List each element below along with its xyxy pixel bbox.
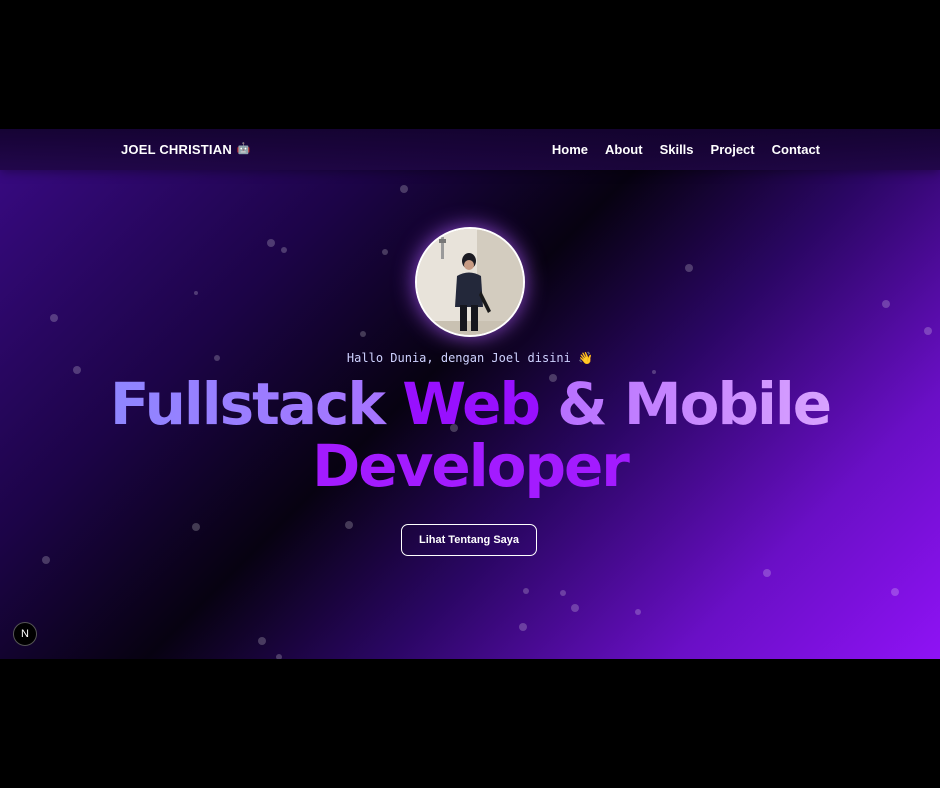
- nav-link-home[interactable]: Home: [552, 142, 588, 157]
- particle: [560, 590, 566, 596]
- headline: Fullstack Web & Mobile Developer: [0, 373, 940, 497]
- headline-web: Web: [402, 370, 541, 438]
- nav-link-project[interactable]: Project: [711, 142, 755, 157]
- particle: [924, 327, 932, 335]
- particle: [523, 588, 529, 594]
- nextjs-dev-icon[interactable]: N: [13, 622, 37, 646]
- headline-mobile: & Mobile: [538, 370, 832, 438]
- particle: [685, 264, 693, 272]
- particle: [571, 604, 579, 612]
- about-me-button[interactable]: Lihat Tentang Saya: [401, 524, 537, 556]
- particle: [519, 623, 527, 631]
- particle: [192, 523, 200, 531]
- particle: [360, 331, 366, 337]
- nav-link-about[interactable]: About: [605, 142, 643, 157]
- particle: [382, 249, 388, 255]
- particle: [42, 556, 50, 564]
- greeting-text: Hallo Dunia, dengan Joel disini 👋: [346, 351, 594, 365]
- particle: [194, 291, 198, 295]
- navbar: JOEL CHRISTIAN 🤖 Home About Skills Proje…: [0, 129, 940, 170]
- brand-logo[interactable]: JOEL CHRISTIAN 🤖: [121, 142, 251, 157]
- particle: [400, 185, 408, 193]
- robot-icon: 🤖: [236, 143, 251, 155]
- headline-developer: Developer: [312, 432, 630, 500]
- nav-link-contact[interactable]: Contact: [772, 142, 820, 157]
- brand-name: JOEL CHRISTIAN: [121, 142, 232, 157]
- particle: [276, 654, 282, 659]
- nav-links: Home About Skills Project Contact: [552, 142, 820, 157]
- avatar: [415, 227, 525, 337]
- particle: [281, 247, 287, 253]
- nav-link-skills[interactable]: Skills: [660, 142, 694, 157]
- particle: [763, 569, 771, 577]
- particle: [258, 637, 266, 645]
- particle: [882, 300, 890, 308]
- particle: [891, 588, 899, 596]
- hero-viewport: JOEL CHRISTIAN 🤖 Home About Skills Proje…: [0, 129, 940, 659]
- headline-fullstack: Fullstack: [109, 370, 403, 438]
- particle: [345, 521, 353, 529]
- particle: [635, 609, 641, 615]
- particle: [50, 314, 58, 322]
- particle: [267, 239, 275, 247]
- profile-photo: [417, 229, 523, 335]
